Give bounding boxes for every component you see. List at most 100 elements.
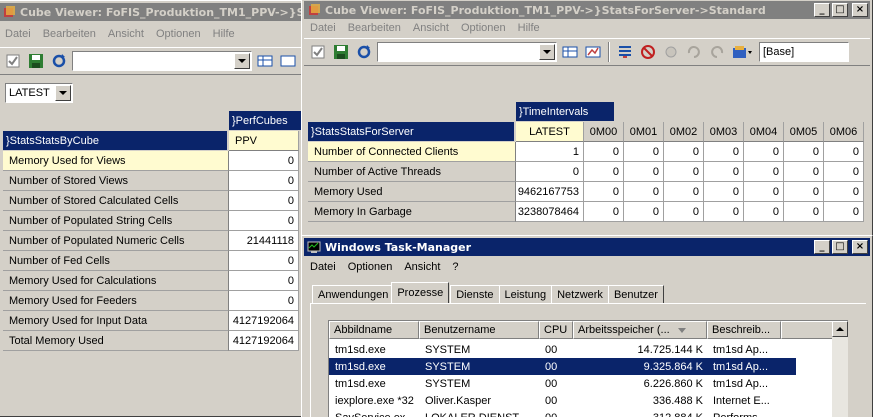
data-cell[interactable]: 0 <box>229 151 299 171</box>
data-cell[interactable]: 4127192064 <box>229 311 299 331</box>
checkbox-tool-icon[interactable] <box>3 51 23 71</box>
process-row[interactable]: tm1sd.exe SYSTEM 00 14.725.144 K tm1sd Ap... <box>329 341 832 358</box>
menu-bearbeiten[interactable]: Bearbeiten <box>342 22 407 34</box>
data-cell[interactable]: 0 <box>744 182 784 202</box>
data-cell[interactable]: 0 <box>744 162 784 182</box>
menu-bearbeiten[interactable]: Bearbeiten <box>37 28 102 40</box>
maximize-icon[interactable]: □ <box>832 3 848 17</box>
recalculate-icon[interactable] <box>354 42 374 62</box>
column-header[interactable]: LATEST <box>516 122 584 142</box>
menu-datei[interactable]: Datei <box>0 28 37 40</box>
maximize-icon[interactable]: □ <box>832 240 848 254</box>
menu-hilfe[interactable]: Hilfe <box>207 28 241 40</box>
menu-optionen[interactable]: Optionen <box>150 28 207 40</box>
data-cell[interactable]: 21441118 <box>229 231 299 251</box>
column-header-user-name[interactable]: Benutzername <box>419 321 539 339</box>
column-header-image-name[interactable]: Abbildname <box>329 321 419 339</box>
data-cell[interactable]: 1 <box>516 142 584 162</box>
row-header[interactable]: Number of Populated String Cells <box>3 211 229 231</box>
column-header[interactable]: 0M05 <box>784 122 824 142</box>
data-cell[interactable]: 0 <box>229 191 299 211</box>
menu-datei[interactable]: Datei <box>304 261 342 273</box>
column-header[interactable]: 0M06 <box>824 122 864 142</box>
data-cell[interactable]: 0 <box>516 162 584 182</box>
data-cell[interactable]: 0 <box>584 202 624 222</box>
data-cell[interactable]: 0 <box>664 182 704 202</box>
list-icon[interactable] <box>615 42 635 62</box>
data-cell[interactable]: 0 <box>784 162 824 182</box>
data-cell[interactable]: 0 <box>784 202 824 222</box>
tab-dienste[interactable]: Dienste <box>450 285 500 303</box>
row-header[interactable]: Number of Connected Clients <box>308 142 516 162</box>
col-header-ppv[interactable]: PPV <box>229 131 299 151</box>
recalculate-icon[interactable] <box>49 51 69 71</box>
process-row[interactable]: iexplore.exe *32 Oliver.Kasper 00 336.488 K… <box>329 392 832 409</box>
data-cell[interactable]: 9462167753 <box>516 182 584 202</box>
stop-icon[interactable] <box>638 42 658 62</box>
row-header[interactable]: Total Memory Used <box>3 331 229 351</box>
data-cell[interactable]: 0 <box>624 182 664 202</box>
data-cell[interactable]: 0 <box>624 142 664 162</box>
data-cell[interactable]: 0 <box>624 202 664 222</box>
data-cell[interactable]: 0 <box>824 142 864 162</box>
row-dimension-header[interactable]: }StatsStatsForServer <box>308 122 514 141</box>
grid-view-icon[interactable] <box>560 42 580 62</box>
left-view-combo[interactable] <box>72 51 252 71</box>
base-select[interactable]: [Base] <box>759 42 849 62</box>
row-header[interactable]: Memory In Garbage <box>308 202 516 222</box>
data-cell[interactable]: 0 <box>704 202 744 222</box>
column-header[interactable]: 0M02 <box>664 122 704 142</box>
column-header-cpu[interactable]: CPU <box>539 321 573 339</box>
column-header[interactable]: 0M04 <box>744 122 784 142</box>
data-cell[interactable]: 0 <box>229 251 299 271</box>
sandbox-icon[interactable] <box>730 42 756 62</box>
scroll-up-icon[interactable] <box>832 321 848 337</box>
minimize-icon[interactable]: _ <box>814 240 830 254</box>
row-dimension-header[interactable]: }StatsStatsByCube <box>3 131 227 150</box>
data-cell[interactable]: 0 <box>624 162 664 182</box>
process-row[interactable]: SavService.ex...LOKALER DIENST00312.884 … <box>329 409 832 417</box>
data-cell[interactable]: 0 <box>784 142 824 162</box>
tab-prozesse[interactable]: Prozesse <box>391 282 450 303</box>
row-header[interactable]: Number of Active Threads <box>308 162 516 182</box>
data-cell[interactable]: 0 <box>704 182 744 202</box>
row-header[interactable]: Memory Used for Feeders <box>3 291 229 311</box>
data-cell[interactable]: 0 <box>584 162 624 182</box>
data-cell[interactable]: 0 <box>664 162 704 182</box>
tab-benutzer[interactable]: Benutzer <box>607 285 664 303</box>
process-row[interactable]: tm1sd.exe SYSTEM 00 9.325.864 K tm1sd Ap... <box>329 358 796 375</box>
menu-datei[interactable]: Datei <box>304 22 342 34</box>
tab-netzwerk[interactable]: Netzwerk <box>551 285 609 303</box>
row-header[interactable]: Number of Stored Views <box>3 171 229 191</box>
data-cell[interactable]: 0 <box>584 182 624 202</box>
column-header[interactable]: 0M00 <box>584 122 624 142</box>
checkbox-tool-icon[interactable] <box>308 42 328 62</box>
menu-ansicht[interactable]: Ansicht <box>102 28 150 40</box>
menu-help[interactable]: ? <box>446 261 464 273</box>
data-cell[interactable]: 0 <box>704 162 744 182</box>
process-row[interactable]: tm1sd.exe SYSTEM 00 6.226.860 K tm1sd Ap... <box>329 375 832 392</box>
row-header[interactable]: Number of Populated Numeric Cells <box>3 231 229 251</box>
close-icon[interactable]: × <box>852 3 868 17</box>
data-cell[interactable]: 0 <box>744 142 784 162</box>
data-cell[interactable]: 0 <box>704 142 744 162</box>
col-dimension-header[interactable]: }PerfCubes <box>229 111 301 130</box>
row-header[interactable]: Number of Stored Calculated Cells <box>3 191 229 211</box>
data-cell[interactable]: 0 <box>229 271 299 291</box>
row-header[interactable]: Memory Used <box>308 182 516 202</box>
right-viewer-titlebar[interactable]: Cube Viewer: FoFIS_Produktion_TM1_PPV->}… <box>304 1 870 19</box>
data-cell[interactable]: 3238078464 <box>516 202 584 222</box>
right-view-combo[interactable] <box>377 42 557 62</box>
data-cell[interactable]: 0 <box>824 162 864 182</box>
task-manager-titlebar[interactable]: Windows Task-Manager _ □ × <box>304 238 870 256</box>
row-header[interactable]: Memory Used for Calculations <box>3 271 229 291</box>
grid-view-icon[interactable] <box>255 51 275 71</box>
chevron-down-icon[interactable] <box>539 44 555 60</box>
menu-ansicht[interactable]: Ansicht <box>407 22 455 34</box>
minimize-icon[interactable]: _ <box>814 3 830 17</box>
chevron-down-icon[interactable] <box>55 85 71 101</box>
save-icon[interactable] <box>331 42 351 62</box>
data-cell[interactable]: 0 <box>744 202 784 222</box>
data-cell[interactable]: 0 <box>664 202 704 222</box>
data-cell[interactable]: 0 <box>824 182 864 202</box>
